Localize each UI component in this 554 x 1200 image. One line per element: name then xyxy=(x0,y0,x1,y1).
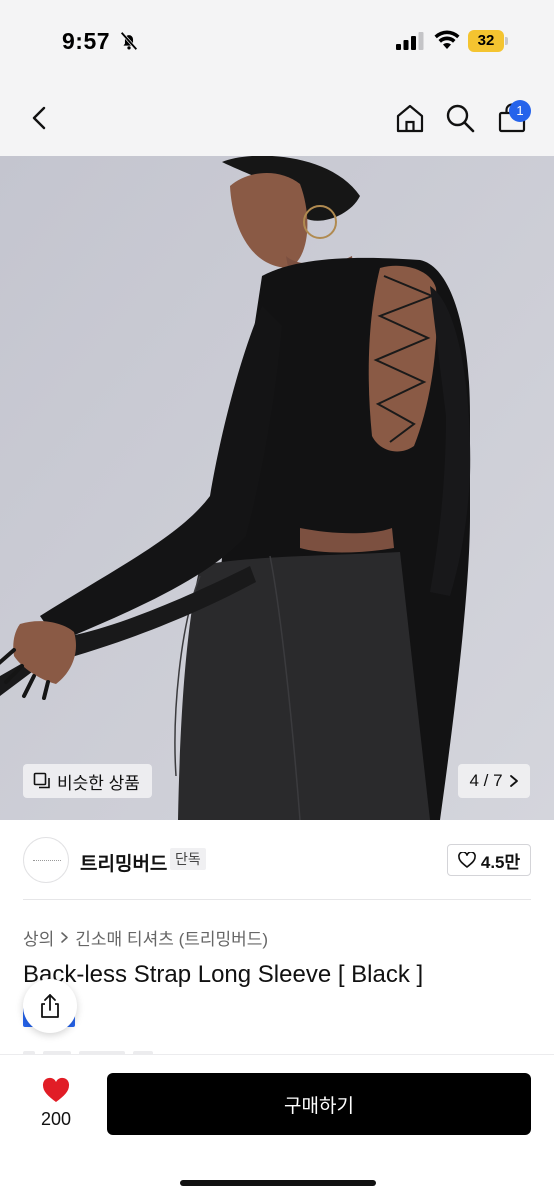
image-counter[interactable]: 4 / 7 xyxy=(458,764,530,798)
brand-like-count: 4.5만 xyxy=(480,852,521,872)
status-time: 9:57 xyxy=(62,28,111,54)
battery-icon: 32 xyxy=(468,30,508,52)
brand-like-button[interactable]: 4.5만 xyxy=(447,844,531,876)
wishlist-count: 200 xyxy=(40,1109,72,1129)
breadcrumb: 상의 긴소매 티셔츠 (트리밍버드) xyxy=(23,925,268,950)
seller-logo[interactable] xyxy=(23,837,69,883)
heart-outline-icon xyxy=(458,852,476,868)
section-divider xyxy=(23,899,531,900)
buy-button[interactable]: 구매하기 xyxy=(107,1073,531,1135)
copy-icon xyxy=(33,772,50,789)
battery-tip xyxy=(505,37,508,45)
share-icon xyxy=(41,994,59,1018)
similar-products-button[interactable]: 비슷한 상품 xyxy=(23,764,152,798)
seller-row[interactable]: 트리밍버드 단독 4.5만 xyxy=(0,820,554,900)
bell-slash-icon xyxy=(120,31,138,51)
chevron-right-icon xyxy=(509,775,518,787)
battery-level: 32 xyxy=(477,32,495,49)
breadcrumb-item[interactable]: 긴소매 티셔츠 (트리밍버드) xyxy=(75,925,268,950)
heart-filled-icon xyxy=(42,1077,70,1102)
exclusive-badge: 단독 xyxy=(170,848,206,870)
breadcrumb-item[interactable]: 상의 xyxy=(23,925,54,950)
home-indicator xyxy=(180,1180,376,1186)
top-nav-bar xyxy=(0,82,554,156)
wifi-icon xyxy=(434,30,460,49)
cart-count-badge: 1 xyxy=(509,100,531,122)
image-counter-text: 4 / 7 xyxy=(469,771,503,790)
home-icon[interactable] xyxy=(394,102,426,134)
seller-name[interactable]: 트리밍버드 xyxy=(80,849,167,876)
product-image-gallery[interactable] xyxy=(0,156,554,820)
product-photo xyxy=(0,156,554,820)
product-title: Back-less Strap Long Sleeve [ Black ] xyxy=(23,961,424,988)
chevron-left-icon[interactable] xyxy=(26,104,54,132)
similar-products-label: 비슷한 상품 xyxy=(57,773,140,793)
search-icon[interactable] xyxy=(444,102,476,134)
signal-icon xyxy=(396,32,424,50)
chevron-right-icon xyxy=(61,932,69,943)
status-bar: 9:57 32 xyxy=(0,0,554,82)
bottom-action-bar: 200 구매하기 xyxy=(0,1055,554,1200)
share-button[interactable] xyxy=(23,979,77,1033)
wishlist-button[interactable]: 200 xyxy=(26,1071,86,1135)
